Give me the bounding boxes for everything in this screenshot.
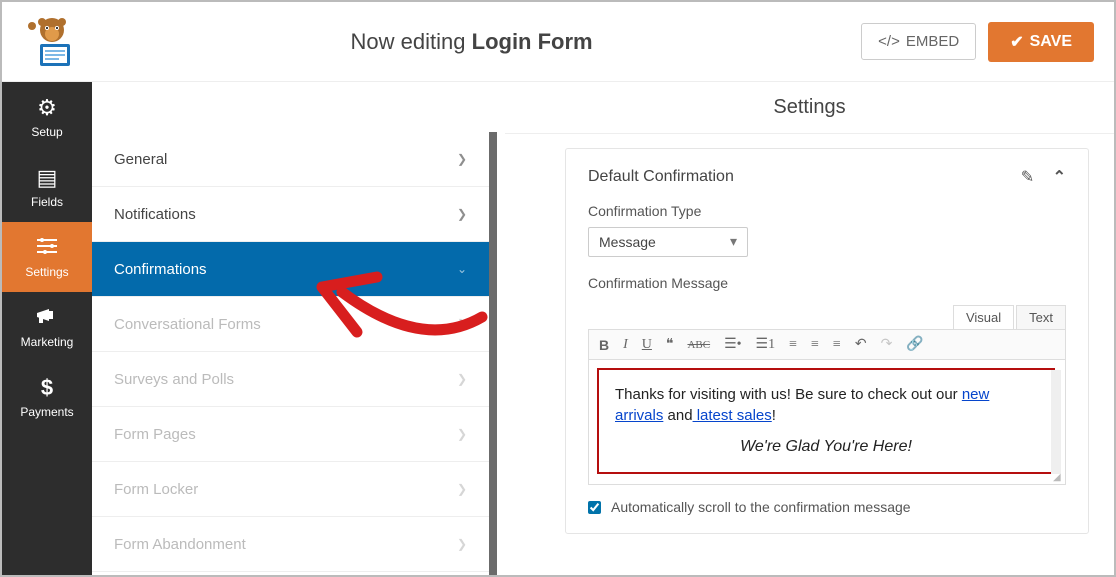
submenu-notifications[interactable]: Notifications ❯ xyxy=(92,187,489,242)
resize-handle[interactable]: ◢ xyxy=(1053,472,1063,482)
embed-button[interactable]: </> EMBED xyxy=(861,23,976,60)
submenu-conversational-forms[interactable]: Conversational Forms ❯ xyxy=(92,297,489,352)
link-latest-sales[interactable]: latest sales xyxy=(693,407,772,424)
tab-visual[interactable]: Visual xyxy=(953,305,1014,329)
confirmation-panel: Default Confirmation ✎ ⌃ Confirmation Ty… xyxy=(565,148,1089,534)
submenu-label: General xyxy=(114,151,167,168)
chevron-right-icon: ❯ xyxy=(457,537,467,551)
save-label: SAVE xyxy=(1030,33,1072,51)
panel-title: Default Confirmation xyxy=(588,168,1007,186)
embed-label: EMBED xyxy=(906,33,959,50)
link-button[interactable]: 🔗 xyxy=(906,336,923,353)
editor-toolbar: B I U ❝ ABC ☰• ☰1 ≡ ≡ ≡ ↶ ↷ 🔗 xyxy=(588,329,1066,360)
edit-icon[interactable]: ✎ xyxy=(1021,169,1034,186)
rail-label: Setup xyxy=(31,125,62,139)
scrollbar[interactable] xyxy=(1051,370,1061,474)
submenu-form-locker[interactable]: Form Locker ❯ xyxy=(92,462,489,517)
conf-type-select[interactable]: Message xyxy=(588,227,748,257)
auto-scroll-label: Automatically scroll to the confirmation… xyxy=(611,499,911,515)
editing-prefix: Now editing xyxy=(351,29,472,54)
app-logo xyxy=(22,14,82,69)
submenu-form-pages[interactable]: Form Pages ❯ xyxy=(92,407,489,462)
rail-label: Payments xyxy=(20,405,73,419)
rail-settings[interactable]: Settings xyxy=(2,222,92,292)
strike-button[interactable]: ABC xyxy=(687,339,710,351)
ol-button[interactable]: ☰1 xyxy=(756,336,776,353)
conf-type-label: Confirmation Type xyxy=(588,203,1066,219)
rail-marketing[interactable]: Marketing xyxy=(2,292,92,362)
chevron-right-icon: ❯ xyxy=(457,372,467,386)
sliders-icon xyxy=(35,235,59,261)
page-title: Now editing Login Form xyxy=(82,29,861,55)
submenu-general[interactable]: General ❯ xyxy=(92,132,489,187)
ul-button[interactable]: ☰• xyxy=(724,336,741,353)
editor-signoff: We're Glad You're Here! xyxy=(615,436,1037,458)
submenu-surveys-polls[interactable]: Surveys and Polls ❯ xyxy=(92,352,489,407)
chevron-right-icon: ❯ xyxy=(457,317,467,331)
rail-label: Marketing xyxy=(21,335,74,349)
dollar-icon: $ xyxy=(41,375,53,401)
rail-fields[interactable]: ▤ Fields xyxy=(2,152,92,222)
editor-text: and xyxy=(663,407,692,424)
panel-actions: ✎ ⌃ xyxy=(1007,167,1066,187)
main-area: Settings Default Confirmation ✎ ⌃ Confir… xyxy=(505,82,1114,575)
rail-setup[interactable]: ⚙ Setup xyxy=(2,82,92,152)
submenu-label: Surveys and Polls xyxy=(114,371,234,388)
nav-rail: ⚙ Setup ▤ Fields Settings Marketing $ Pa… xyxy=(2,82,92,575)
save-button[interactable]: ✔ SAVE xyxy=(988,22,1094,62)
settings-heading: Settings xyxy=(505,82,1114,134)
chevron-right-icon: ❯ xyxy=(457,207,467,221)
editor-text: ! xyxy=(772,407,776,424)
submenu-label: Form Abandonment xyxy=(114,536,246,553)
submenu-label: Notifications xyxy=(114,206,196,223)
settings-submenu: General ❯ Notifications ❯ Confirmations … xyxy=(92,132,497,575)
chevron-down-icon: ⌄ xyxy=(457,262,467,276)
italic-button[interactable]: I xyxy=(623,337,628,353)
confirmation-editor[interactable]: Thanks for visiting with us! Be sure to … xyxy=(597,368,1055,474)
undo-button[interactable]: ↶ xyxy=(855,336,867,353)
select-value: Message xyxy=(599,234,656,250)
collapse-icon[interactable]: ⌃ xyxy=(1053,169,1066,186)
gear-icon: ⚙ xyxy=(37,95,57,121)
auto-scroll-row: Automatically scroll to the confirmation… xyxy=(588,499,1066,515)
rail-payments[interactable]: $ Payments xyxy=(2,362,92,432)
code-icon: </> xyxy=(878,33,900,50)
chevron-right-icon: ❯ xyxy=(457,482,467,496)
chevron-right-icon: ❯ xyxy=(457,152,467,166)
rail-label: Fields xyxy=(31,195,63,209)
header: Now editing Login Form </> EMBED ✔ SAVE xyxy=(2,2,1114,82)
list-icon: ▤ xyxy=(37,165,58,191)
check-icon: ✔ xyxy=(1010,32,1023,52)
conf-message-label: Confirmation Message xyxy=(588,275,1066,291)
underline-button[interactable]: U xyxy=(642,337,652,353)
submenu-confirmations[interactable]: Confirmations ⌄ xyxy=(92,242,489,297)
align-right-button[interactable]: ≡ xyxy=(833,337,841,353)
editor-tabs: Visual Text xyxy=(588,305,1066,329)
blockquote-button[interactable]: ❝ xyxy=(666,336,674,353)
tab-text[interactable]: Text xyxy=(1016,305,1066,329)
submenu-label: Form Locker xyxy=(114,481,198,498)
bold-button[interactable]: B xyxy=(599,337,609,353)
form-name: Login Form xyxy=(472,29,593,54)
align-left-button[interactable]: ≡ xyxy=(789,337,797,353)
align-center-button[interactable]: ≡ xyxy=(811,337,819,353)
auto-scroll-checkbox[interactable] xyxy=(588,501,601,514)
editor-container: Thanks for visiting with us! Be sure to … xyxy=(588,360,1066,485)
submenu-form-abandonment[interactable]: Form Abandonment ❯ xyxy=(92,517,489,572)
submenu-label: Confirmations xyxy=(114,261,207,278)
submenu-label: Form Pages xyxy=(114,426,196,443)
bullhorn-icon xyxy=(35,305,59,331)
rail-label: Settings xyxy=(25,265,68,279)
editor-text: Thanks for visiting with us! Be sure to … xyxy=(615,386,962,403)
submenu-label: Conversational Forms xyxy=(114,316,261,333)
redo-button[interactable]: ↷ xyxy=(881,336,893,353)
panel-header: Default Confirmation ✎ ⌃ xyxy=(588,167,1066,187)
chevron-right-icon: ❯ xyxy=(457,427,467,441)
